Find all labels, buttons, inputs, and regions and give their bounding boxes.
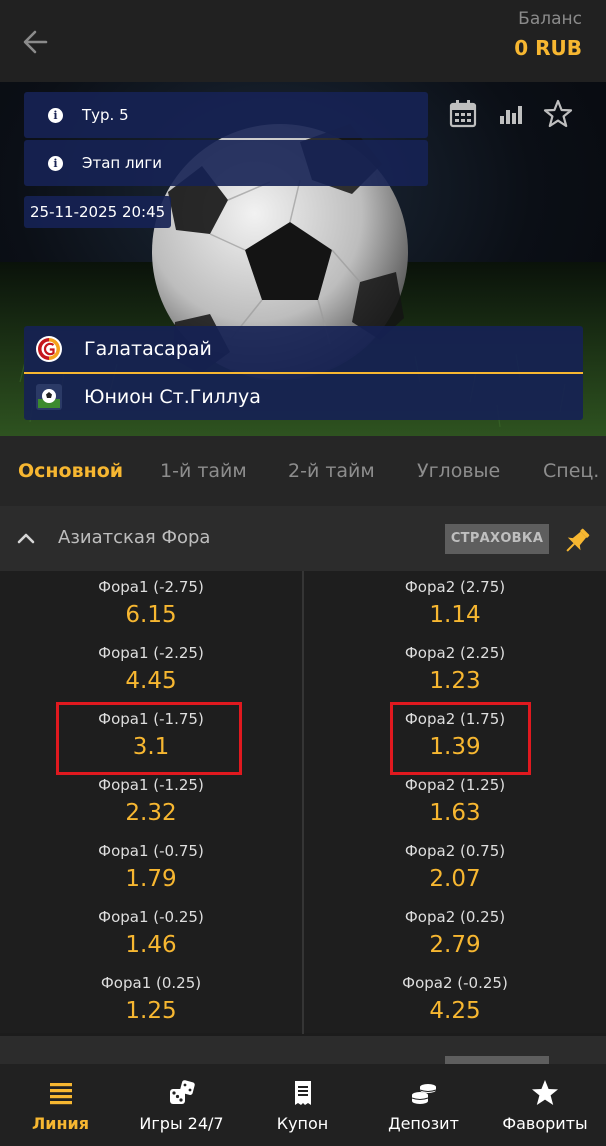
odds-cell-right[interactable]: Фора2 (0.75) 2.07 (304, 835, 606, 901)
bottom-nav: Линия Игры 24/7 Купон Депозит Фавориты (0, 1064, 606, 1146)
round-info: i Тур. 5 (24, 92, 428, 138)
match-hero: i Тур. 5 i Этап лиги 25-11-2025 20:45 Га… (0, 82, 606, 436)
nav-coupon-label: Купон (276, 1114, 329, 1133)
team-home: Галатасарай (24, 326, 583, 372)
nav-games-label: Игры 24/7 (139, 1114, 224, 1133)
team-away-name: Юнион Ст.Гиллуа (84, 386, 261, 408)
stats-icon (500, 106, 522, 124)
odds-cell-right[interactable]: Фора2 (2.25) 1.23 (304, 637, 606, 703)
odds-cell-left[interactable]: Фора1 (-2.75) 6.15 (0, 571, 302, 637)
team-away: Юнион Ст.Гиллуа (24, 374, 583, 420)
next-market-header (0, 1036, 606, 1064)
highlight-box-right (390, 702, 531, 775)
chevron-up-icon[interactable] (16, 530, 36, 546)
tab-corners[interactable]: Угловые (417, 460, 500, 482)
nav-deposit[interactable]: Депозит (363, 1064, 484, 1146)
round-text: Тур. 5 (82, 106, 129, 124)
teams-panel: Галатасарай Юнион Ст.Гиллуа (24, 326, 583, 420)
odds-value: 4.25 (429, 998, 481, 1024)
balance-label: Баланс (518, 9, 582, 29)
tab-special[interactable]: Спец. (543, 460, 599, 482)
grid-divider (302, 571, 304, 1034)
nav-deposit-label: Депозит (388, 1114, 459, 1133)
union-sg-logo (36, 384, 62, 410)
odds-cell-right[interactable]: Фора2 (-0.25) 4.25 (304, 967, 606, 1033)
odds-cell-right[interactable]: Фора2 (1.25) 1.63 (304, 769, 606, 835)
odds-value: 2.79 (429, 932, 481, 958)
odds-label: Фора2 (0.25) (404, 908, 506, 926)
nav-favorites[interactable]: Фавориты (484, 1064, 606, 1146)
dice-icon (169, 1080, 195, 1104)
coupon-icon (294, 1081, 311, 1105)
coins-icon (411, 1084, 436, 1104)
menu-lines-icon (49, 1083, 72, 1105)
nav-favorites-label: Фавориты (502, 1114, 588, 1133)
nav-line[interactable]: Линия (0, 1064, 121, 1146)
match-date: 25-11-2025 20:45 (24, 196, 172, 228)
tab-first-half[interactable]: 1-й тайм (160, 460, 247, 482)
balance-value[interactable]: 0 RUB (514, 36, 582, 60)
favorite-button[interactable] (542, 98, 574, 130)
odds-value: 1.46 (125, 932, 177, 958)
tab-main[interactable]: Основной (18, 460, 123, 482)
market-tabs: Основной 1-й тайм 2-й тайм Угловые Спец. (0, 436, 606, 506)
odds-cell-left[interactable]: Фора1 (-0.25) 1.46 (0, 901, 302, 967)
back-button[interactable] (18, 24, 54, 60)
star-icon (532, 1080, 558, 1105)
odds-value: 2.07 (429, 866, 481, 892)
odds-value: 1.25 (125, 998, 177, 1024)
odds-cell-left[interactable]: Фора1 (0.25) 1.25 (0, 967, 302, 1033)
stage-text: Этап лиги (82, 154, 162, 172)
tab-second-half[interactable]: 2-й тайм (288, 460, 375, 482)
odds-label: Фора1 (-2.25) (98, 644, 204, 662)
odds-cell-right[interactable]: Фора2 (0.25) 2.79 (304, 901, 606, 967)
market-header[interactable]: Азиатская Фора СТРАХОВКА (0, 506, 606, 571)
odds-value: 4.45 (125, 668, 177, 694)
galatasaray-logo (36, 336, 62, 362)
nav-coupon[interactable]: Купон (242, 1064, 363, 1146)
odds-label: Фора1 (-2.75) (98, 578, 204, 596)
market-title: Азиатская Фора (58, 527, 211, 548)
stats-button[interactable] (496, 98, 528, 130)
odds-value: 1.23 (429, 668, 481, 694)
odds-value: 1.79 (125, 866, 177, 892)
star-outline-icon (543, 99, 573, 128)
highlight-box-left (56, 702, 242, 775)
odds-label: Фора2 (2.25) (404, 644, 506, 662)
odds-label: Фора1 (0.25) (100, 974, 202, 992)
info-icon: i (48, 107, 63, 123)
odds-value: 1.63 (429, 800, 481, 826)
odds-cell-right[interactable]: Фора2 (2.75) 1.14 (304, 571, 606, 637)
calendar-icon (449, 100, 477, 128)
arrow-left-icon (23, 30, 48, 54)
team-home-name: Галатасарай (84, 338, 212, 360)
nav-games[interactable]: Игры 24/7 (121, 1064, 242, 1146)
odds-value: 2.32 (125, 800, 177, 826)
nav-line-label: Линия (31, 1114, 90, 1133)
odds-cell-left[interactable]: Фора1 (-1.25) 2.32 (0, 769, 302, 835)
pin-icon[interactable] (560, 524, 594, 558)
stage-info: i Этап лиги (24, 140, 428, 186)
odds-cell-left[interactable]: Фора1 (-0.75) 1.79 (0, 835, 302, 901)
odds-label: Фора2 (-0.25) (402, 974, 508, 992)
odds-value: 1.14 (429, 602, 481, 628)
odds-label: Фора2 (1.25) (404, 776, 506, 794)
odds-label: Фора1 (-0.75) (98, 842, 204, 860)
odds-label: Фора2 (0.75) (404, 842, 506, 860)
odds-label: Фора2 (2.75) (404, 578, 506, 596)
insurance-button[interactable]: СТРАХОВКА (445, 524, 549, 554)
odds-value: 6.15 (125, 602, 177, 628)
odds-cell-left[interactable]: Фора1 (-2.25) 4.45 (0, 637, 302, 703)
odds-label: Фора1 (-1.25) (98, 776, 204, 794)
calendar-button[interactable] (447, 98, 479, 130)
top-bar: Баланс 0 RUB (0, 0, 606, 82)
next-market-badge (445, 1056, 549, 1064)
odds-label: Фора1 (-0.25) (98, 908, 204, 926)
info-icon: i (48, 155, 63, 171)
